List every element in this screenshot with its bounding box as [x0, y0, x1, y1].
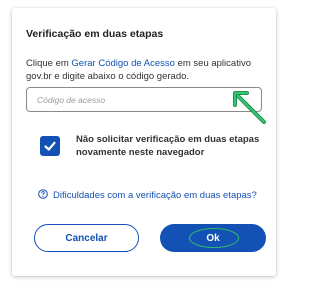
ok-button-label: Ok — [206, 232, 220, 244]
help-link-label: Dificuldades com a verificação em duas e… — [53, 190, 257, 201]
description-prefix: Clique em — [26, 58, 72, 69]
remember-browser-label: Não solicitar verificação em duas etapas… — [76, 134, 260, 158]
ok-button[interactable]: Ok — [160, 224, 266, 252]
dialog-title: Verificação em duas etapas — [26, 28, 164, 40]
question-circle-icon — [38, 189, 48, 202]
remember-browser-option[interactable]: Não solicitar verificação em duas etapas… — [26, 131, 266, 161]
two-step-verification-dialog: Verificação em duas etapas Clique em Ger… — [12, 8, 276, 276]
access-code-input[interactable] — [26, 87, 262, 112]
arrow-pointer-icon — [233, 91, 266, 124]
cancel-button[interactable]: Cancelar — [34, 224, 139, 252]
dialog-description: Clique em Gerar Código de Acesso em seu … — [26, 57, 266, 83]
remember-browser-checkbox[interactable] — [40, 136, 60, 156]
generate-code-link[interactable]: Gerar Código de Acesso — [71, 58, 175, 69]
help-link[interactable]: Dificuldades com a verificação em duas e… — [38, 189, 257, 202]
checkmark-icon — [44, 141, 56, 151]
